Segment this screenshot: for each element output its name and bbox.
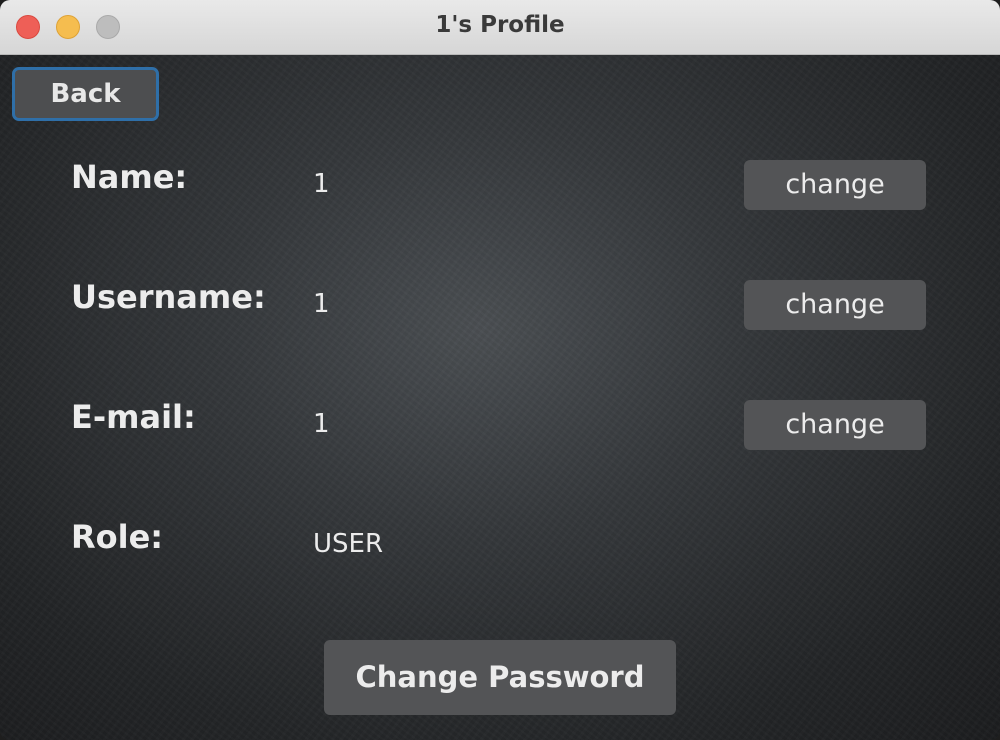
change-password-button[interactable]: Change Password bbox=[324, 640, 676, 715]
back-button[interactable]: Back bbox=[12, 67, 159, 121]
name-label: Name: bbox=[71, 158, 188, 196]
change-email-button[interactable]: change bbox=[744, 400, 926, 450]
name-value: 1 bbox=[313, 169, 330, 199]
change-username-button[interactable]: change bbox=[744, 280, 926, 330]
role-value: USER bbox=[313, 529, 384, 559]
email-label: E-mail: bbox=[71, 398, 196, 436]
username-label: Username: bbox=[71, 278, 266, 316]
email-value: 1 bbox=[313, 409, 330, 439]
role-label: Role: bbox=[71, 518, 164, 556]
title-bar: 1's Profile bbox=[0, 0, 1000, 55]
window-title: 1's Profile bbox=[435, 12, 565, 38]
username-value: 1 bbox=[313, 289, 330, 319]
change-name-button[interactable]: change bbox=[744, 160, 926, 210]
profile-window: 1's Profile Back Name: 1 change Username… bbox=[0, 0, 1000, 740]
profile-content: Back Name: 1 change Username: 1 change E… bbox=[0, 55, 1000, 740]
